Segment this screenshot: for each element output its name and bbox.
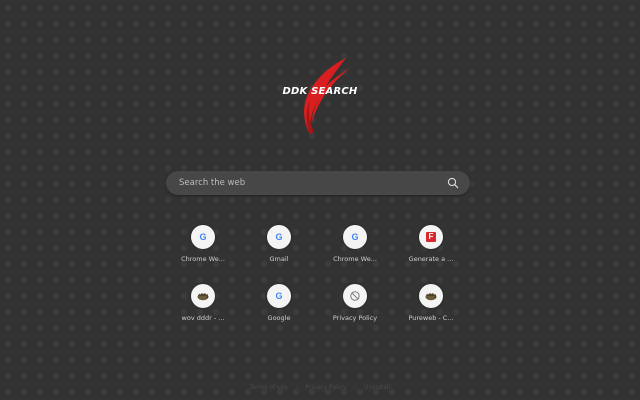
shortcut-tile[interactable]: wov dddr - ...: [165, 284, 241, 334]
shortcut-label: Google: [267, 314, 291, 322]
footer-link-terms[interactable]: Terms of use: [250, 384, 288, 391]
hedgehog-icon: [197, 292, 209, 301]
slash-swoosh-icon: [304, 58, 350, 134]
google-icon: G: [267, 225, 291, 249]
shortcut-tile[interactable]: G Chrome We...: [317, 225, 393, 275]
shortcut-tile[interactable]: G Chrome We...: [165, 225, 241, 275]
hedgehog-icon: [419, 284, 443, 308]
footer-link-uninstall[interactable]: Uninstall: [364, 384, 390, 391]
google-icon: G: [191, 225, 215, 249]
google-icon: G: [267, 284, 291, 308]
shortcut-tile[interactable]: G Gmail: [241, 225, 317, 275]
shortcut-tile[interactable]: G Google: [241, 284, 317, 334]
hedgehog-icon: [425, 292, 437, 301]
footer-separator: ·: [295, 384, 298, 391]
shortcut-label: Chrome We...: [181, 255, 225, 263]
shortcut-tile[interactable]: Pureweb - C...: [393, 284, 469, 334]
footer-link-privacy[interactable]: Privacy Policy: [305, 384, 346, 391]
shortcut-label: Generate a ...: [408, 255, 454, 263]
search-input[interactable]: [179, 171, 434, 195]
google-icon: G: [343, 225, 367, 249]
privacy-icon: [343, 284, 367, 308]
shortcut-tile[interactable]: F Generate a ...: [393, 225, 469, 275]
footer-links: Terms of use · Privacy Policy · Uninstal…: [0, 384, 640, 391]
shortcut-label: wov dddr - ...: [181, 314, 225, 322]
f-logo-icon: F: [419, 225, 443, 249]
shortcut-tile[interactable]: Privacy Policy: [317, 284, 393, 334]
shortcut-label: Chrome We...: [333, 255, 377, 263]
shortcut-label: Gmail: [269, 255, 289, 263]
privacy-icon: [350, 291, 360, 301]
search-icon[interactable]: [447, 177, 459, 189]
hedgehog-icon: [191, 284, 215, 308]
logo-text: DDK SEARCH: [282, 86, 358, 97]
shortcut-label: Privacy Policy: [332, 314, 378, 322]
shortcut-label: Pureweb - C...: [408, 314, 454, 322]
footer-separator: ·: [354, 384, 357, 391]
ddk-search-logo: DDK SEARCH: [270, 52, 370, 142]
search-bar: [166, 171, 470, 195]
